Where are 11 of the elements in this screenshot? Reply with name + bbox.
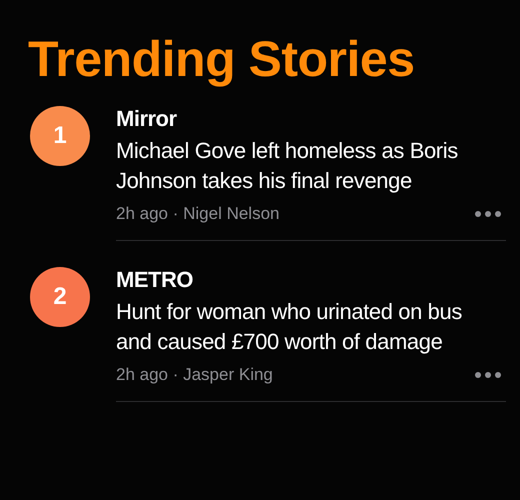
rank-badge: 2 xyxy=(30,267,90,327)
more-icon[interactable] xyxy=(474,210,502,218)
story-meta: 2h ago · Nigel Nelson xyxy=(116,204,280,224)
publisher-name: Mirror xyxy=(116,106,178,132)
story-headline[interactable]: Michael Gove left homeless as Boris Johnson takes his final revenge xyxy=(116,136,486,196)
page-title: Trending Stories xyxy=(28,30,416,88)
rank-badge: 1 xyxy=(30,106,90,166)
publisher-name: METRO xyxy=(116,267,194,293)
story-headline[interactable]: Hunt for woman who urinated on bus and caused £700 worth of damage xyxy=(116,297,486,357)
more-icon[interactable] xyxy=(474,371,502,379)
story-meta: 2h ago · Jasper King xyxy=(116,365,273,385)
